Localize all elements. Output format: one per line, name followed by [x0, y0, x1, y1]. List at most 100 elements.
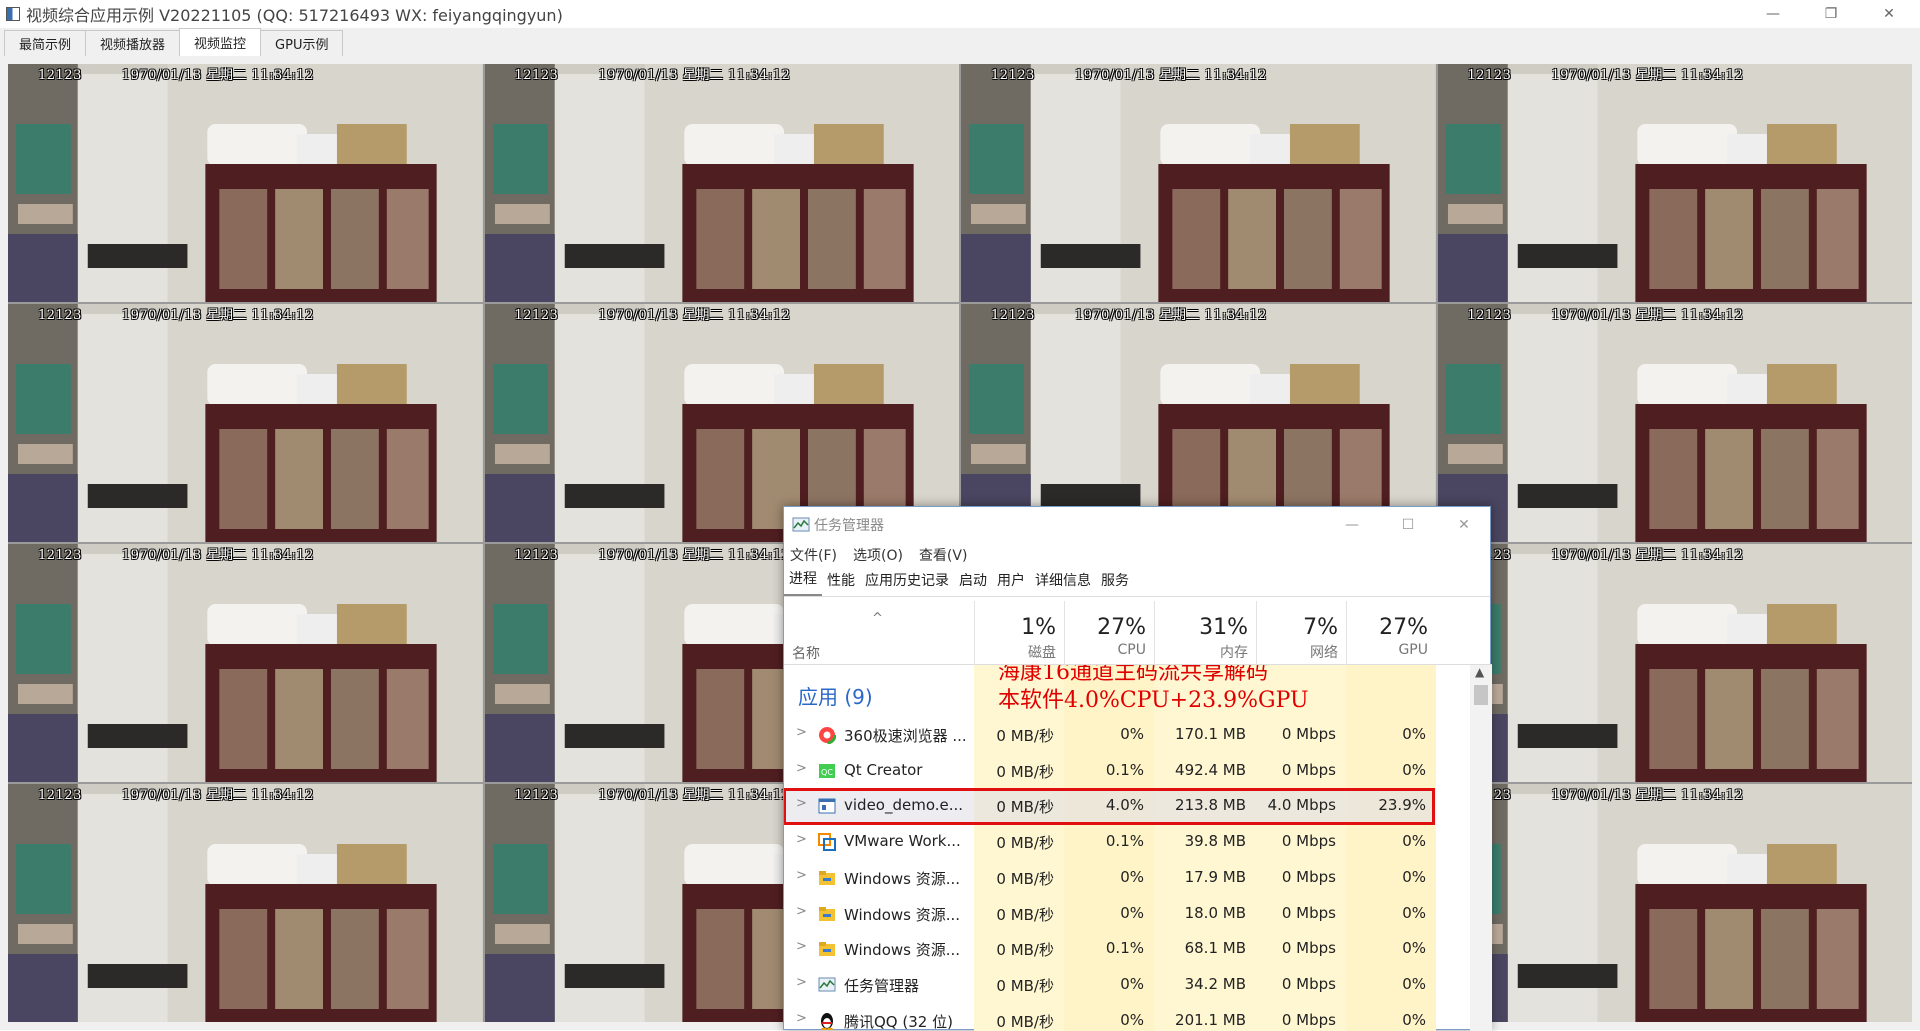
process-disk: 0 MB/秒	[996, 834, 1054, 853]
tm-tab-startup[interactable]: 启动	[954, 570, 992, 596]
disk-total: 1%	[1021, 615, 1056, 640]
process-cpu: 0.1%	[1105, 832, 1144, 851]
task-manager-title: 任务管理器	[814, 518, 884, 534]
tm-tab-processes[interactable]: 进程	[784, 568, 822, 596]
chevron-right-icon[interactable]: >	[796, 725, 807, 740]
column-memory-header[interactable]: 31% 内存	[1154, 601, 1256, 665]
restore-button[interactable]: ❐	[1808, 0, 1854, 28]
memory-total: 31%	[1199, 615, 1248, 640]
channel-id: 12123	[38, 788, 82, 803]
process-net: 0 Mbps	[1281, 867, 1336, 886]
chevron-right-icon[interactable]: >	[796, 868, 807, 883]
process-row[interactable]: > video_demo.e... 0 MB/秒 4.0% 213.8 MB 4.0 Mb…	[784, 788, 1435, 826]
channel-osd: 12123 1970/01/13 星期二 11:34:12	[38, 784, 314, 803]
camera-frame	[8, 64, 483, 302]
network-label: 网络	[1310, 645, 1338, 661]
video-channel[interactable]: 121231970/01/13 星期二 11:34:12	[8, 64, 483, 302]
tm-tab-performance[interactable]: 性能	[822, 570, 860, 596]
channel-datetime: 1970/01/13 星期二 11:34:12	[121, 788, 314, 803]
tab-video-monitor[interactable]: 视频监控	[179, 28, 262, 56]
process-name: video_demo.e...	[844, 796, 964, 815]
process-row[interactable]: > 任务管理器 0 MB/秒 0% 34.2 MB 0 Mbps 0%	[784, 967, 1434, 1002]
sort-arrow-icon[interactable]: ^	[872, 611, 883, 626]
explorer-folder-icon	[818, 905, 836, 923]
explorer-folder-icon	[818, 940, 836, 958]
video-channel[interactable]: 12123 1970/01/13 星期二 11:34:12	[8, 304, 483, 542]
process-mem: 170.1 MB	[1175, 725, 1246, 743]
tm-tab-app-history[interactable]: 应用历史记录	[860, 570, 954, 596]
process-disk: 0 MB/秒	[996, 976, 1054, 995]
process-list: 应用 (9) >360极速浏览器 ... 0 MB/秒 0% 170.1 MB 0 Mb…	[784, 665, 1492, 1031]
channel-id: 12123	[991, 308, 1035, 323]
video-channel[interactable]: 121231970/01/13 星期二 11:34:12	[8, 544, 483, 782]
video-channel[interactable]: 121231970/01/13 星期二 11:34:12	[484, 64, 959, 302]
channel-datetime: 1970/01/13 星期二 11:34:12	[1551, 788, 1744, 803]
chevron-right-icon[interactable]: >	[796, 939, 807, 954]
chevron-right-icon[interactable]: >	[796, 904, 807, 919]
process-gpu: 0%	[1402, 1010, 1426, 1029]
menu-file[interactable]: 文件(F)	[790, 545, 837, 565]
channel-datetime: 1970/01/13 星期二 11:34:12	[121, 308, 314, 323]
tab-bar: 最简示例 视频播放器 视频监控 GPU示例	[4, 28, 344, 56]
process-row[interactable]: > Windows 资源... 0 MB/秒 0% 18.0 MB 0 Mbps 0%	[784, 896, 1434, 931]
process-mem: 201.1 MB	[1175, 1010, 1246, 1029]
column-name-header[interactable]: 名称	[792, 643, 820, 663]
vertical-scrollbar[interactable]: ▲	[1470, 665, 1492, 1031]
video-channel[interactable]: 121231970/01/13 星期二 11:34:12	[1437, 64, 1912, 302]
tm-minimize-button[interactable]: —	[1324, 507, 1380, 543]
process-row[interactable]: > QC Qt Creator 0 MB/秒 0.1% 492.4 MB 0 Mbps 0%	[784, 753, 1434, 788]
process-row[interactable]: > VMware Work... 0 MB/秒 0.1% 39.8 MB 0 Mbps 0%	[784, 824, 1434, 859]
menu-view[interactable]: 查看(V)	[919, 545, 968, 565]
camera-frame	[8, 544, 483, 782]
tab-gpu-demo[interactable]: GPU示例	[260, 30, 344, 56]
column-disk-header[interactable]: 1% 磁盘	[974, 601, 1064, 665]
process-row[interactable]: > 腾讯QQ (32 位) 0 MB/秒 0% 201.1 MB 0 Mbps 0%	[784, 1003, 1434, 1031]
process-row[interactable]: > Windows 资源... 0 MB/秒 0% 17.9 MB 0 Mbps 0%	[784, 860, 1434, 895]
menu-options[interactable]: 选项(O)	[853, 545, 903, 565]
tm-tab-services[interactable]: 服务	[1096, 570, 1134, 596]
process-cpu: 0%	[1120, 1010, 1144, 1029]
process-gpu: 0%	[1402, 832, 1426, 851]
chevron-right-icon[interactable]: >	[796, 832, 807, 847]
process-table-header: ^ 名称 1% 磁盘 27% CPU 31% 内存 7% 网络 27% GPU	[784, 601, 1492, 665]
column-gpu-header[interactable]: 27% GPU	[1346, 601, 1436, 665]
tm-tab-details[interactable]: 详细信息	[1030, 570, 1096, 596]
close-button[interactable]: ✕	[1866, 0, 1912, 28]
tab-simple-demo[interactable]: 最简示例	[4, 30, 87, 56]
channel-datetime: 1970/01/13 星期二 11:34:12	[1074, 68, 1267, 83]
minimize-button[interactable]: —	[1750, 0, 1796, 28]
scrollbar-thumb[interactable]	[1474, 685, 1488, 705]
column-cpu-header[interactable]: 27% CPU	[1064, 601, 1154, 665]
video-channel[interactable]: 121231970/01/13 星期二 11:34:12	[1437, 304, 1912, 542]
chevron-right-icon[interactable]: >	[796, 975, 807, 990]
camera-frame	[484, 64, 959, 302]
channel-datetime: 1970/01/13 星期二 11:34:12	[121, 68, 314, 83]
tm-maximize-button[interactable]: ☐	[1380, 507, 1436, 543]
tm-close-button[interactable]: ✕	[1436, 507, 1492, 543]
video-channel[interactable]: 12123 1970/01/13 星期二 11:34:12	[8, 784, 483, 1022]
process-mem: 492.4 MB	[1175, 760, 1246, 779]
process-row[interactable]: >360极速浏览器 ... 0 MB/秒 0% 170.1 MB 0 Mbps 0%	[784, 717, 1434, 752]
video-channel[interactable]: 121231970/01/13 星期二 11:34:12	[1437, 544, 1912, 782]
column-network-header[interactable]: 7% 网络	[1256, 601, 1346, 665]
process-gpu: 0%	[1402, 760, 1426, 779]
channel-id: 12123	[514, 308, 559, 323]
network-total: 7%	[1303, 615, 1338, 640]
channel-osd: 12123 1970/01/13 星期二 11:34:12	[1468, 64, 1744, 83]
scroll-up-icon[interactable]: ▲	[1475, 665, 1484, 679]
apps-group-header[interactable]: 应用 (9)	[798, 681, 873, 710]
process-row[interactable]: > Windows 资源... 0 MB/秒 0.1% 68.1 MB 0 Mbps 0%	[784, 931, 1434, 966]
video-channel[interactable]: 12123 1970/01/13 星期二 11:34:12	[961, 64, 1436, 302]
process-name: Windows 资源...	[844, 905, 961, 924]
tm-tab-users[interactable]: 用户	[992, 570, 1030, 596]
tab-video-player[interactable]: 视频播放器	[85, 30, 181, 56]
channel-id: 12123	[38, 308, 82, 323]
process-mem: 18.0 MB	[1184, 903, 1246, 922]
gpu-label: GPU	[1398, 642, 1428, 658]
channel-datetime: 1970/01/13 星期二 11:34:12	[121, 548, 314, 563]
channel-id: 12123	[991, 68, 1035, 83]
chevron-right-icon[interactable]: >	[796, 796, 807, 811]
chevron-right-icon[interactable]: >	[796, 1011, 807, 1026]
chevron-right-icon[interactable]: >	[796, 761, 807, 776]
video-channel[interactable]: 121231970/01/13 星期二 11:34:12	[1437, 784, 1912, 1022]
